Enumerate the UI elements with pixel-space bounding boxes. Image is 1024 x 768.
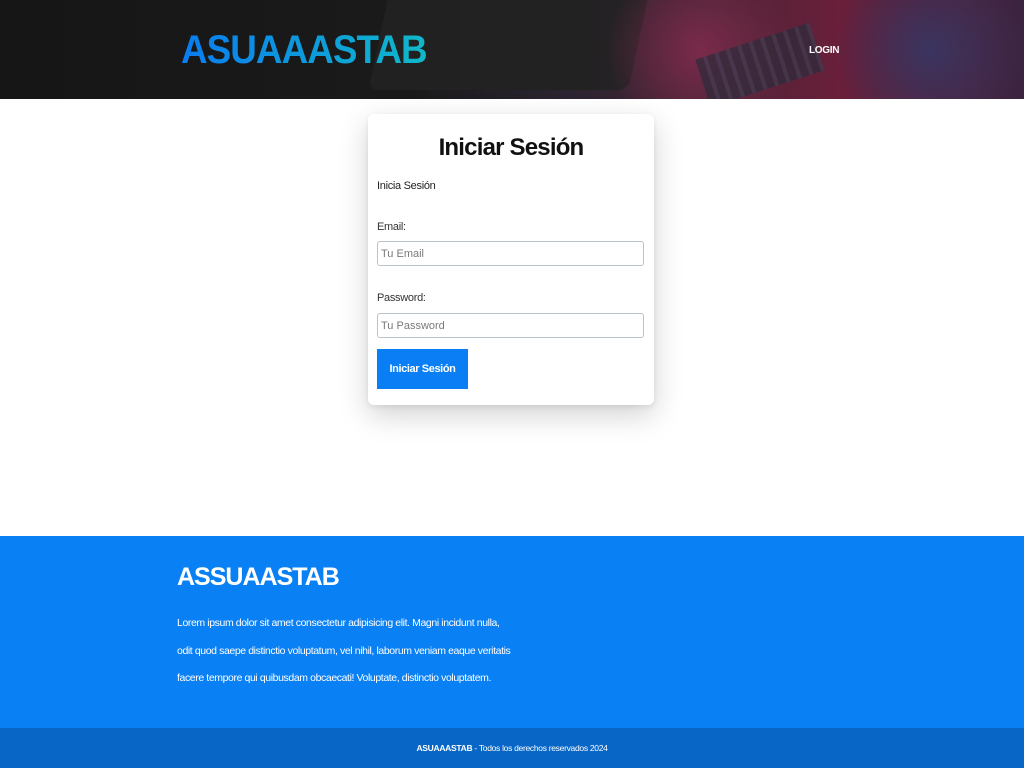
header-background-glow-right <box>820 0 1024 99</box>
footer-brand: ASSUAASTAB <box>177 563 340 591</box>
login-form-card: Iniciar Sesión Inicia Sesión Email: Pass… <box>368 114 654 405</box>
site-footer: ASSUAASTAB Lorem ipsum dolor sit amet co… <box>0 536 1024 728</box>
copyright-notice: - Todos los derechos reservados 2024 <box>472 743 608 753</box>
email-field[interactable] <box>377 241 644 266</box>
password-label: Password: <box>377 292 426 304</box>
login-submit-button[interactable]: Iniciar Sesión <box>377 349 468 389</box>
site-header: ASUAAASTAB LOGIN <box>0 0 1024 99</box>
copyright-text: ASUAAASTAB - Todos los derechos reservad… <box>0 743 1024 753</box>
site-logo[interactable]: ASUAAASTAB <box>181 28 428 73</box>
copyright-bar: ASUAAASTAB - Todos los derechos reservad… <box>0 728 1024 768</box>
footer-description: Lorem ipsum dolor sit amet consectetur a… <box>177 617 511 684</box>
copyright-brand: ASUAAASTAB <box>416 743 473 753</box>
password-field[interactable] <box>377 313 644 338</box>
login-title: Iniciar Sesión <box>438 134 585 161</box>
nav-login-link[interactable]: LOGIN <box>809 45 839 56</box>
login-subtitle: Inicia Sesión <box>377 180 436 192</box>
email-label: Email: <box>377 221 406 233</box>
